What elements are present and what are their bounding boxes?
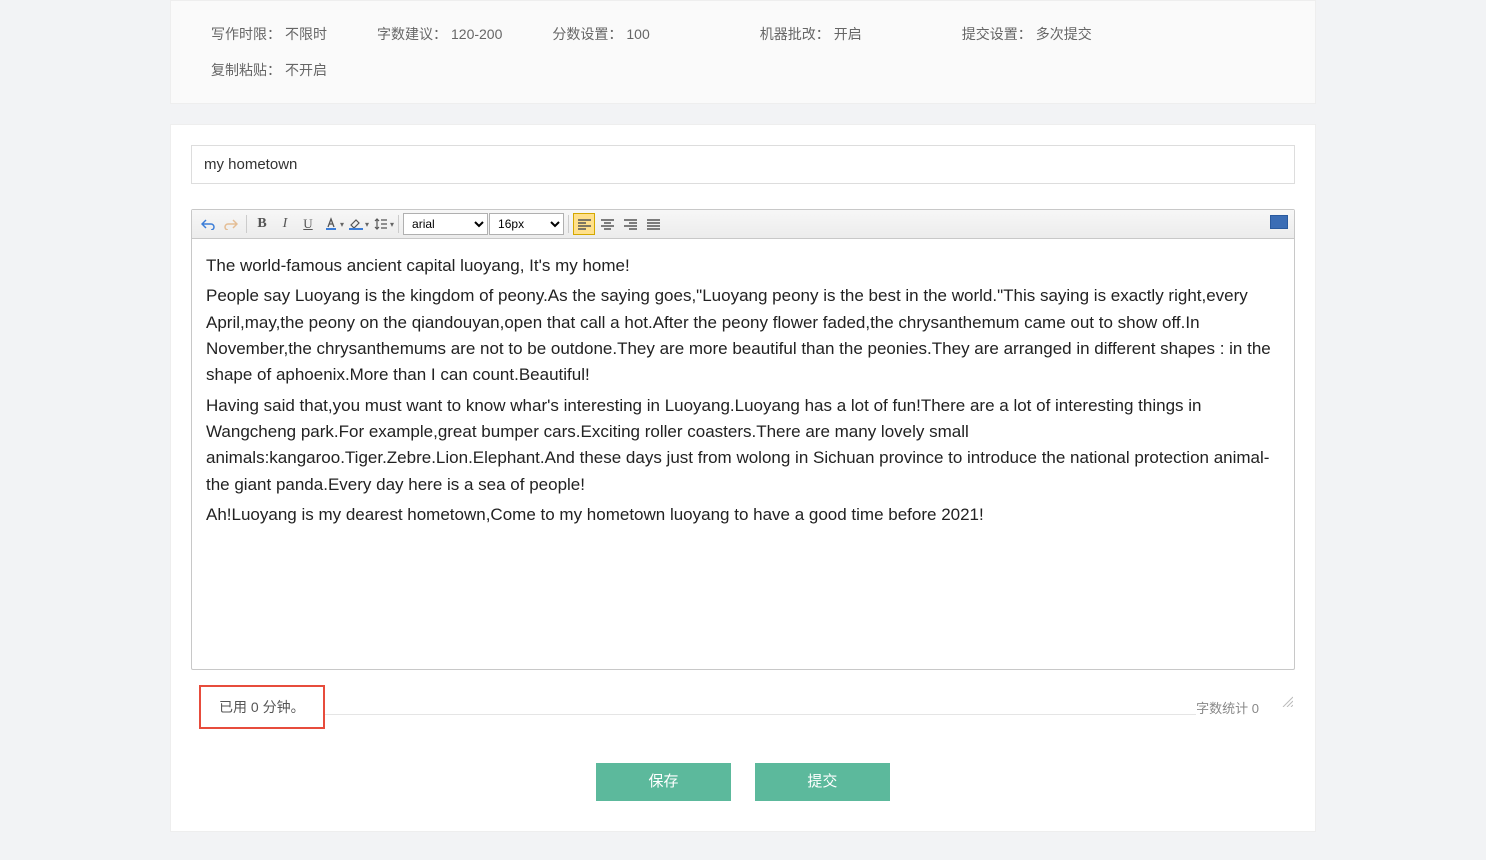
fullscreen-icon[interactable] — [1270, 215, 1288, 229]
paragraph[interactable]: People say Luoyang is the kingdom of peo… — [206, 283, 1280, 388]
action-buttons: 保存 提交 — [191, 733, 1295, 811]
editor-content[interactable]: The world-famous ancient capital luoyang… — [192, 239, 1294, 669]
underline-icon[interactable]: U — [297, 213, 319, 235]
separator-icon — [246, 215, 247, 233]
bold-icon[interactable]: B — [251, 213, 273, 235]
bg-color-dropdown[interactable]: ▾ — [345, 213, 369, 235]
paragraph[interactable]: The world-famous ancient capital luoyang… — [206, 253, 1280, 279]
line-height-icon[interactable] — [370, 213, 392, 235]
setting-submit: 提交设置：多次提交 — [962, 16, 1092, 52]
setting-time-limit: 写作时限：不限时 — [211, 16, 327, 52]
setting-score: 分数设置：100 — [552, 16, 649, 52]
redo-icon[interactable] — [220, 213, 242, 235]
chevron-down-icon: ▾ — [340, 220, 344, 229]
word-count: 字数统计 0 — [1196, 698, 1259, 717]
resize-handle-icon[interactable] — [1281, 695, 1293, 707]
font-family-select[interactable]: arial — [403, 213, 488, 235]
rich-editor: B I U ▾ ▾ ▾ — [191, 209, 1295, 670]
italic-icon[interactable]: I — [274, 213, 296, 235]
chevron-down-icon: ▾ — [390, 220, 394, 229]
editor-footer: 已用 0 分钟。 字数统计 0 — [191, 670, 1295, 733]
font-color-icon[interactable] — [320, 213, 342, 235]
setting-copy-paste: 复制粘贴：不开启 — [211, 52, 327, 88]
font-color-dropdown[interactable]: ▾ — [320, 213, 344, 235]
separator-icon — [568, 215, 569, 233]
align-center-icon[interactable] — [596, 213, 618, 235]
save-button[interactable]: 保存 — [596, 763, 731, 801]
chevron-down-icon: ▾ — [365, 220, 369, 229]
separator-icon — [398, 215, 399, 233]
title-input[interactable] — [191, 145, 1295, 184]
font-size-select[interactable]: 16px — [489, 213, 564, 235]
setting-auto-grade: 机器批改：开启 — [760, 16, 862, 52]
align-right-icon[interactable] — [619, 213, 641, 235]
align-justify-icon[interactable] — [642, 213, 664, 235]
undo-icon[interactable] — [197, 213, 219, 235]
time-used-badge: 已用 0 分钟。 — [199, 685, 325, 729]
editor-toolbar: B I U ▾ ▾ ▾ — [192, 210, 1294, 239]
submit-button[interactable]: 提交 — [755, 763, 890, 801]
align-left-icon[interactable] — [573, 213, 595, 235]
setting-word-suggest: 字数建议：120-200 — [377, 16, 502, 52]
paragraph[interactable]: Ah!Luoyang is my dearest hometown,Come t… — [206, 502, 1280, 528]
highlight-icon[interactable] — [345, 213, 367, 235]
settings-panel: 写作时限：不限时 字数建议：120-200 分数设置：100 机器批改：开启 提… — [170, 0, 1316, 104]
paragraph[interactable]: Having said that,you must want to know w… — [206, 393, 1280, 498]
editor-card: B I U ▾ ▾ ▾ — [170, 124, 1316, 832]
line-height-dropdown[interactable]: ▾ — [370, 213, 394, 235]
